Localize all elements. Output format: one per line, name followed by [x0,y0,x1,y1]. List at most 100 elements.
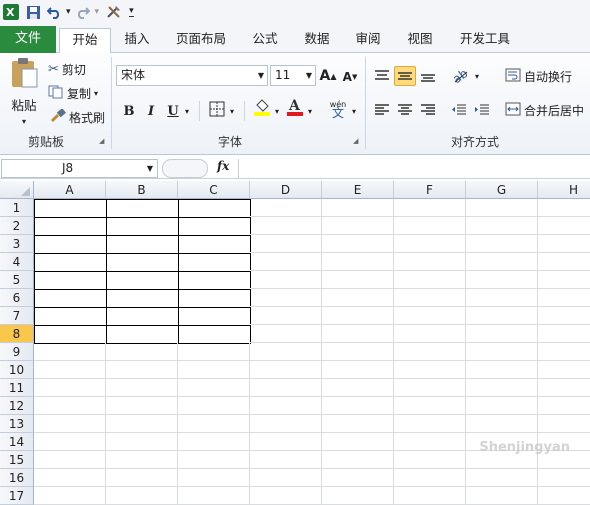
cell-c3[interactable] [178,235,251,254]
cell-a15[interactable] [34,451,106,469]
cell-e16[interactable] [322,469,394,487]
cell-h10[interactable] [538,361,590,379]
cell-e14[interactable] [322,433,394,451]
paste-button[interactable]: 粘贴 ▾ [6,57,42,131]
cell-b13[interactable] [106,415,178,433]
row-header-15[interactable]: 15 [0,451,34,469]
customize-qat-icon[interactable]: ▾ [129,7,134,17]
cell-h9[interactable] [538,343,590,361]
cell-d17[interactable] [250,487,322,505]
cell-f4[interactable] [394,253,466,271]
cell-f13[interactable] [394,415,466,433]
row-header-10[interactable]: 10 [0,361,34,379]
cell-c13[interactable] [178,415,250,433]
cell-h13[interactable] [538,415,590,433]
align-middle-button[interactable] [394,66,416,86]
align-right-button[interactable] [418,100,438,120]
align-left-button[interactable] [372,100,392,120]
column-header-e[interactable]: E [322,181,394,199]
save-icon[interactable] [24,3,42,21]
tab-page-layout[interactable]: 页面布局 [168,28,234,53]
cell-d3[interactable] [250,235,322,253]
cell-d5[interactable] [250,271,322,289]
cell-c8[interactable] [178,325,251,344]
merge-center-button[interactable]: 合并后居中 [505,102,584,119]
cell-h7[interactable] [538,307,590,325]
font-color-dropdown-icon[interactable]: ▾ [308,107,312,116]
cell-a8[interactable] [34,325,107,344]
cell-b11[interactable] [106,379,178,397]
cell-f15[interactable] [394,451,466,469]
italic-button[interactable]: I [141,101,161,121]
cell-e11[interactable] [322,379,394,397]
tab-home[interactable]: 开始 [59,28,111,54]
cell-h16[interactable] [538,469,590,487]
cell-a11[interactable] [34,379,106,397]
cell-g13[interactable] [466,415,538,433]
name-box[interactable]: J8 ▼ [1,159,158,178]
cell-a17[interactable] [34,487,106,505]
cell-e12[interactable] [322,397,394,415]
cell-b12[interactable] [106,397,178,415]
cell-d15[interactable] [250,451,322,469]
cell-a4[interactable] [34,253,107,272]
cell-c1[interactable] [178,199,251,218]
cell-f11[interactable] [394,379,466,397]
cell-d14[interactable] [250,433,322,451]
phonetic-dropdown-icon[interactable]: ▾ [352,107,356,116]
cell-f2[interactable] [394,217,466,235]
cell-e1[interactable] [322,199,394,217]
redo-icon[interactable] [75,3,91,21]
cell-a16[interactable] [34,469,106,487]
cell-g1[interactable] [466,199,538,217]
tab-developer[interactable]: 开发工具 [452,28,518,53]
align-center-button[interactable] [395,100,415,120]
cell-g11[interactable] [466,379,538,397]
redo-dropdown-icon[interactable]: ▾ [95,7,100,17]
cell-c11[interactable] [178,379,250,397]
font-color-button[interactable]: A [285,98,305,119]
cell-g3[interactable] [466,235,538,253]
cell-c4[interactable] [178,253,251,272]
cell-h8[interactable] [538,325,590,343]
insert-function-button[interactable]: fx [217,159,235,177]
cell-d7[interactable] [250,307,322,325]
phonetic-button[interactable]: wén 文 [326,99,350,119]
row-header-8[interactable]: 8 [0,325,34,343]
format-painter-button[interactable]: 格式刷 [50,108,105,126]
copy-dropdown-icon[interactable]: ▾ [94,89,98,98]
cell-h5[interactable] [538,271,590,289]
row-header-2[interactable]: 2 [0,217,34,235]
cell-b1[interactable] [106,199,179,218]
cell-b16[interactable] [106,469,178,487]
tab-view[interactable]: 视图 [399,28,441,53]
row-header-11[interactable]: 11 [0,379,34,397]
cell-b3[interactable] [106,235,179,254]
align-bottom-button[interactable] [418,66,438,86]
cell-h12[interactable] [538,397,590,415]
row-header-4[interactable]: 4 [0,253,34,271]
cell-c2[interactable] [178,217,251,236]
cell-f10[interactable] [394,361,466,379]
cell-d11[interactable] [250,379,322,397]
underline-button[interactable]: U [163,101,183,121]
cell-b4[interactable] [106,253,179,272]
cell-e4[interactable] [322,253,394,271]
cell-c7[interactable] [178,307,251,326]
font-size-combo[interactable]: 11 ▼ [270,65,316,86]
cell-d13[interactable] [250,415,322,433]
font-name-combo[interactable]: 宋体 ▼ [116,65,268,86]
cell-g2[interactable] [466,217,538,235]
cell-g5[interactable] [466,271,538,289]
cell-a1[interactable] [34,199,107,218]
tab-data[interactable]: 数据 [296,28,338,53]
select-all-button[interactable] [0,181,34,199]
formula-bar-splitter[interactable] [162,159,208,178]
undo-icon[interactable] [46,3,62,21]
cell-f8[interactable] [394,325,466,343]
column-header-g[interactable]: G [466,181,538,199]
cell-c12[interactable] [178,397,250,415]
underline-dropdown-icon[interactable]: ▾ [185,107,189,116]
cell-f14[interactable] [394,433,466,451]
cell-g16[interactable] [466,469,538,487]
